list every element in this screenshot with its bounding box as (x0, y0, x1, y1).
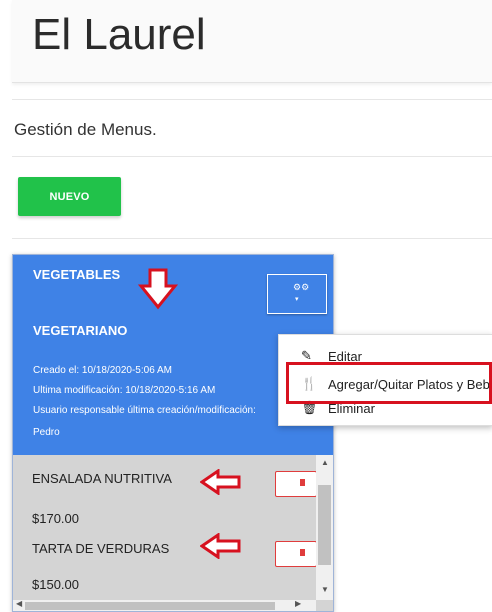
app-header: El Laurel (12, 0, 492, 83)
card-options-button[interactable]: ⚙⚙ ▾ (267, 274, 327, 314)
scrollbar-thumb[interactable] (318, 485, 331, 565)
annotation-arrow-left-icon (200, 533, 241, 559)
scroll-left-icon[interactable]: ◀ (16, 599, 22, 608)
page-subtitle: Gestión de Menus. (14, 120, 157, 139)
annotation-arrow-left-icon (200, 469, 241, 495)
app-title: El Laurel (32, 10, 206, 59)
caret-down-icon: ▾ (295, 296, 299, 303)
dish-name: TARTA DE VERDURAS (32, 541, 170, 556)
remove-dish-button[interactable] (275, 471, 317, 497)
dish-list: ENSALADA NUTRITIVA $170.00 TARTA DE VERD… (13, 455, 333, 611)
trash-icon (300, 549, 305, 556)
dish-price: $170.00 (32, 511, 79, 526)
responsible-user: Pedro (33, 427, 60, 438)
horizontal-scrollbar[interactable]: ◀ ▶ (13, 599, 316, 611)
modified-date: Ultima modificación: 10/18/2020-5:16 AM (33, 385, 216, 396)
vertical-scrollbar[interactable]: ▲ ▼ (316, 455, 333, 600)
scroll-down-icon[interactable]: ▼ (321, 585, 329, 594)
dish-price: $150.00 (32, 577, 79, 592)
trash-icon (300, 479, 305, 486)
menu-name: VEGETABLES (33, 267, 121, 282)
new-menu-button[interactable]: NUEVO (18, 177, 121, 216)
remove-dish-button[interactable] (275, 541, 317, 567)
scrollbar-thumb[interactable] (25, 602, 275, 610)
annotation-arrow-down-icon (138, 268, 178, 310)
dish-name: ENSALADA NUTRITIVA (32, 471, 172, 486)
menu-category: VEGETARIANO (33, 323, 128, 338)
gear-icon: ⚙⚙ (293, 282, 310, 292)
divider (12, 238, 492, 239)
created-date: Creado el: 10/18/2020-5:06 AM (33, 365, 172, 376)
divider (12, 99, 492, 100)
divider (12, 156, 492, 157)
annotation-highlight-box (286, 362, 492, 404)
scroll-up-icon[interactable]: ▲ (321, 458, 329, 467)
scroll-right-icon[interactable]: ▶ (295, 599, 301, 608)
responsible-label: Usuario responsable última creación/modi… (33, 405, 256, 416)
